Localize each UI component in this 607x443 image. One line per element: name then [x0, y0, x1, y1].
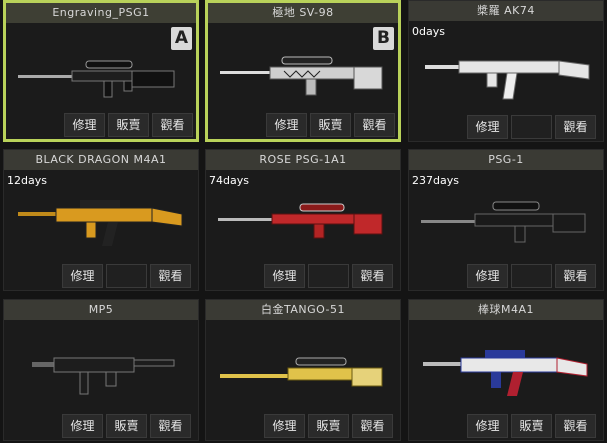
submachine-gun-icon: [32, 357, 175, 395]
days-remaining: 0days: [412, 25, 445, 38]
sell-button[interactable]: 販賣: [106, 414, 147, 438]
weapon-card-black-dragon-m4a1[interactable]: BLACK DRAGON M4A1 12days 修理 觀看: [3, 149, 199, 291]
repair-button[interactable]: 修理: [62, 264, 103, 288]
sell-button-disabled: [511, 264, 552, 288]
repair-button[interactable]: 修理: [467, 115, 508, 139]
weapon-name: 極地 SV-98: [208, 3, 398, 23]
repair-button[interactable]: 修理: [467, 414, 508, 438]
weapon-card-mp5[interactable]: MP5 修理 販賣 觀看: [3, 299, 199, 441]
repair-button[interactable]: 修理: [62, 414, 103, 438]
view-button[interactable]: 觀看: [352, 414, 393, 438]
sniper-rifle-icon: [220, 357, 383, 387]
sell-button-disabled: [308, 264, 349, 288]
sniper-rifle-icon: [421, 201, 586, 243]
weapon-name: MP5: [4, 300, 198, 320]
view-button[interactable]: 觀看: [555, 115, 596, 139]
repair-button[interactable]: 修理: [266, 113, 307, 137]
assault-rifle-icon: [425, 60, 590, 100]
weapon-card-engraving-psg1[interactable]: Engraving_PSG1 A 修理 販賣 觀看: [3, 0, 199, 142]
repair-button[interactable]: 修理: [264, 264, 305, 288]
view-button[interactable]: 觀看: [352, 264, 393, 288]
sell-button-disabled: [511, 115, 552, 139]
weapon-name: 棒球M4A1: [409, 300, 603, 320]
view-button[interactable]: 觀看: [555, 414, 596, 438]
sell-button[interactable]: 販賣: [308, 414, 349, 438]
sell-button[interactable]: 販賣: [310, 113, 351, 137]
days-remaining: 12days: [7, 174, 47, 187]
view-button[interactable]: 觀看: [150, 264, 191, 288]
sell-button-disabled: [106, 264, 147, 288]
sniper-rifle-icon: [218, 203, 383, 239]
weapon-name: 槳羅 AK74: [409, 1, 603, 21]
view-button[interactable]: 觀看: [150, 414, 191, 438]
assault-rifle-icon: [423, 350, 588, 396]
weapon-name: ROSE PSG-1A1: [206, 150, 400, 170]
sniper-rifle-icon: [18, 60, 175, 98]
repair-button[interactable]: 修理: [467, 264, 508, 288]
weapon-name: Engraving_PSG1: [6, 3, 196, 23]
weapon-name: BLACK DRAGON M4A1: [4, 150, 198, 170]
weapon-card-tango51[interactable]: 白金TANGO-51 修理 販賣 觀看: [205, 299, 401, 441]
repair-button[interactable]: 修理: [64, 113, 105, 137]
view-button[interactable]: 觀看: [555, 264, 596, 288]
view-button[interactable]: 觀看: [354, 113, 395, 137]
weapon-card-rose-psg1a1[interactable]: ROSE PSG-1A1 74days 修理 觀看: [205, 149, 401, 291]
days-remaining: 237days: [412, 174, 459, 187]
repair-button[interactable]: 修理: [264, 414, 305, 438]
weapon-card-baseball-m4a1[interactable]: 棒球M4A1 修理 販賣 觀看: [408, 299, 604, 441]
weapon-card-psg1[interactable]: PSG-1 237days 修理 觀看: [408, 149, 604, 291]
weapon-card-ak74[interactable]: 槳羅 AK74 0days 修理 觀看: [408, 0, 604, 142]
sell-button[interactable]: 販賣: [511, 414, 552, 438]
assault-rifle-icon: [18, 200, 183, 246]
weapon-card-sv98[interactable]: 極地 SV-98 B 修理 販賣 觀看: [205, 0, 401, 142]
days-remaining: 74days: [209, 174, 249, 187]
weapon-name: PSG-1: [409, 150, 603, 170]
weapon-name: 白金TANGO-51: [206, 300, 400, 320]
sell-button[interactable]: 販賣: [108, 113, 149, 137]
view-button[interactable]: 觀看: [152, 113, 193, 137]
sniper-rifle-icon: [220, 56, 383, 96]
